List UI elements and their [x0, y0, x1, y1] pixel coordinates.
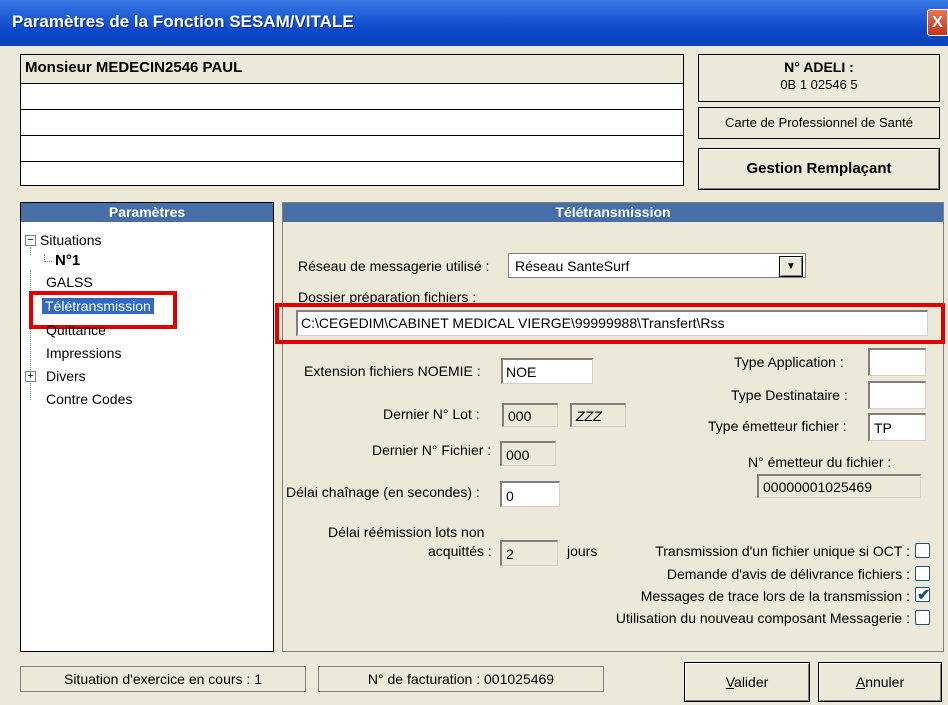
- numero-emetteur-label: N° émetteur du fichier :: [748, 454, 892, 470]
- tree-expander-divers[interactable]: +: [25, 371, 36, 382]
- chainage-value: 0: [506, 488, 514, 504]
- checkbox-fichier-unique[interactable]: [915, 543, 930, 558]
- doctor-line-1: [21, 84, 683, 110]
- extension-label: Extension fichiers NOEMIE :: [304, 363, 481, 379]
- tree-item-quittance[interactable]: Quittance: [46, 322, 106, 338]
- type-emetteur-input[interactable]: TP: [868, 413, 926, 441]
- reemission-input: 2: [500, 540, 558, 566]
- tree-line-situations: [30, 247, 31, 255]
- tree-branch-n1: [44, 254, 52, 262]
- parametres-panel: Paramètres: [20, 202, 274, 652]
- cps-label: Carte de Professionnel de Santé: [698, 107, 940, 139]
- type-emetteur-label: Type émetteur fichier :: [708, 418, 847, 434]
- reemission-label-2: acquittés :: [428, 543, 492, 559]
- dernier-lot-input-2: ZZZ: [570, 403, 626, 427]
- parametres-header: Paramètres: [21, 203, 273, 222]
- facturation-status: N° de facturation : 001025469: [318, 666, 604, 692]
- reemission-label-1: Délai réémission lots non: [328, 524, 485, 540]
- valider-accel: V: [725, 674, 735, 690]
- gestion-remplacant-button[interactable]: Gestion Remplaçant: [698, 148, 940, 190]
- doctor-name: Monsieur MEDECIN2546 PAUL: [21, 55, 683, 84]
- chainage-input[interactable]: 0: [500, 481, 560, 507]
- numero-emetteur-input: 00000001025469: [757, 474, 921, 498]
- type-application-input[interactable]: [868, 348, 926, 376]
- annuler-button[interactable]: Annuler: [818, 662, 942, 702]
- tree-item-divers[interactable]: Divers: [46, 368, 86, 384]
- dernier-fichier-input: 000: [500, 441, 556, 466]
- valider-rest: alider: [734, 674, 769, 690]
- tree-item-n1[interactable]: N°1: [55, 252, 80, 269]
- dernier-lot-input: 000: [502, 403, 558, 427]
- situation-status: Situation d'exercice en cours : 1: [20, 666, 306, 692]
- checkbox-avis-delivrance[interactable]: [915, 566, 930, 581]
- reemission-value: 2: [506, 546, 514, 562]
- reseau-label: Réseau de messagerie utilisé :: [298, 258, 490, 274]
- checkbox-label-nouveau-composant: Utilisation du nouveau composant Message…: [615, 610, 910, 626]
- adeli-label: N° ADELI :: [784, 59, 854, 75]
- teletransmission-header: Télétransmission: [283, 203, 943, 222]
- checkbox-label-fichier-unique: Transmission d'un fichier unique si OCT …: [655, 543, 910, 559]
- reseau-select[interactable]: Réseau SanteSurf ▼: [508, 253, 806, 278]
- tree-expander-situations[interactable]: −: [25, 235, 36, 246]
- tree-item-contre-codes[interactable]: Contre Codes: [46, 391, 132, 407]
- chevron-down-icon[interactable]: ▼: [779, 256, 803, 277]
- dernier-fichier-value: 000: [506, 447, 530, 463]
- tree-item-situations[interactable]: Situations: [40, 232, 101, 248]
- checkbox-label-messages-trace: Messages de trace lors de la transmissio…: [640, 588, 910, 604]
- dernier-lot-label: Dernier N° Lot :: [383, 406, 480, 422]
- adeli-box: N° ADELI : 0B 1 02546 5: [698, 54, 940, 102]
- extension-input[interactable]: NOE: [501, 358, 593, 384]
- annuler-rest: nnuler: [865, 674, 905, 690]
- checkbox-messages-trace[interactable]: ✔: [915, 587, 931, 604]
- doctor-line-4: [21, 162, 683, 187]
- type-destinataire-label: Type Destinataire :: [731, 387, 848, 403]
- type-destinataire-input[interactable]: [868, 381, 926, 409]
- tree-item-impressions[interactable]: Impressions: [46, 345, 121, 361]
- close-button[interactable]: X: [927, 9, 948, 36]
- valider-button[interactable]: Valider: [684, 662, 810, 702]
- tree-item-galss[interactable]: GALSS: [46, 274, 93, 290]
- doctor-panel: Monsieur MEDECIN2546 PAUL: [20, 54, 684, 186]
- doctor-line-3: [21, 136, 683, 162]
- dossier-highlight: [275, 303, 945, 344]
- annuler-accel: A: [855, 674, 866, 690]
- dernier-fichier-label: Dernier N° Fichier :: [372, 442, 492, 458]
- checkbox-nouveau-composant[interactable]: [915, 610, 930, 625]
- dernier-lot-value-2: ZZZ: [576, 408, 602, 424]
- reseau-value: Réseau SanteSurf: [515, 258, 630, 274]
- type-application-label: Type Application :: [734, 354, 844, 370]
- adeli-value: 0B 1 02546 5: [780, 77, 858, 92]
- chainage-label: Délai chaînage (en secondes) :: [286, 484, 480, 500]
- dernier-lot-value: 000: [508, 408, 532, 424]
- extension-value: NOE: [506, 364, 537, 380]
- window-title: Paramètres de la Fonction SESAM/VITALE: [12, 12, 354, 31]
- numero-emetteur-value: 00000001025469: [763, 479, 873, 495]
- checkbox-label-avis-delivrance: Demande d'avis de délivrance fichiers :: [666, 566, 910, 582]
- checkmark-icon: ✔: [917, 587, 931, 604]
- jours-label: jours: [567, 543, 598, 559]
- type-emetteur-value: TP: [874, 420, 892, 436]
- doctor-line-2: [21, 110, 683, 136]
